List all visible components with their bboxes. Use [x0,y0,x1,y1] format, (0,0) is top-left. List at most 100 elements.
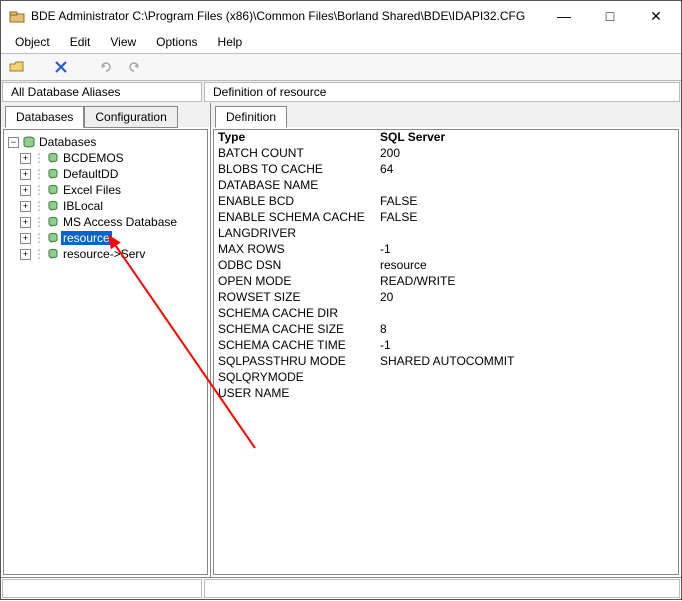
titlebar[interactable]: BDE Administrator C:\Program Files (x86)… [1,1,681,31]
prop-val[interactable]: -1 [376,242,678,258]
prop-row[interactable]: ROWSET SIZE20 [214,290,678,306]
prop-val[interactable] [376,306,678,322]
prop-row[interactable]: SCHEMA CACHE SIZE8 [214,322,678,338]
minimize-button[interactable]: — [541,2,587,30]
tab-databases[interactable]: Databases [5,106,84,128]
prop-val[interactable] [376,370,678,386]
db-alias-icon [45,151,61,165]
tree-item-label: DefaultDD [61,167,120,181]
menu-view[interactable]: View [102,33,144,51]
tree-item[interactable]: +⋮⋮ MS Access Database [8,214,207,230]
tree-item[interactable]: +⋮⋮ IBLocal [8,198,207,214]
prop-row[interactable]: BLOBS TO CACHE64 [214,162,678,178]
prop-row[interactable]: DATABASE NAME [214,178,678,194]
prop-val[interactable] [376,226,678,242]
infobar-right: Definition of resource [204,82,680,102]
tree-item-label: resource->Serv [61,247,147,261]
prop-key: USER NAME [214,386,376,402]
prop-key: MAX ROWS [214,242,376,258]
delete-icon[interactable] [49,56,73,78]
prop-header: Type SQL Server [214,130,678,146]
prop-key: SCHEMA CACHE TIME [214,338,376,354]
tree-root[interactable]: − Databases [8,134,207,150]
tree-item[interactable]: +⋮⋮Excel Files [8,182,207,198]
tree-item[interactable]: +⋮⋮resource->Serv [8,246,207,262]
prop-val[interactable]: 20 [376,290,678,306]
right-panel: Definition Type SQL Server BATCH COUNT20… [211,103,681,577]
menu-object[interactable]: Object [7,33,58,51]
alias-tree[interactable]: − Databases +⋮⋮BCDEMOS+⋮⋮DefaultDD+⋮⋮Exc… [3,129,208,575]
prop-row[interactable]: ODBC DSNresource [214,258,678,274]
tree-item[interactable]: +⋮⋮BCDEMOS [8,150,207,166]
prop-val[interactable]: -1 [376,338,678,354]
tree-item-label: IBLocal [61,199,105,213]
tree-item[interactable]: +⋮⋮ resource [8,230,207,246]
prop-row[interactable]: LANGDRIVER [214,226,678,242]
open-icon[interactable] [5,56,29,78]
prop-row[interactable]: BATCH COUNT200 [214,146,678,162]
undo-icon[interactable] [93,56,117,78]
prop-val[interactable] [376,178,678,194]
databases-icon [21,135,37,149]
prop-row[interactable]: SCHEMA CACHE TIME-1 [214,338,678,354]
property-grid[interactable]: Type SQL Server BATCH COUNT200BLOBS TO C… [213,129,679,575]
prop-key: ODBC DSN [214,258,376,274]
prop-val[interactable]: 64 [376,162,678,178]
tree-item-label: MS Access Database [61,215,179,229]
prop-key: SCHEMA CACHE DIR [214,306,376,322]
infobar: All Database Aliases Definition of resou… [1,81,681,103]
drag-dots-icon: ⋮⋮ [33,215,45,229]
maximize-button[interactable]: □ [587,2,633,30]
menu-options[interactable]: Options [148,33,205,51]
prop-val[interactable]: SHARED AUTOCOMMIT [376,354,678,370]
prop-val[interactable]: resource [376,258,678,274]
drag-dots-icon: ⋮⋮ [33,167,45,181]
prop-row[interactable]: ENABLE BCDFALSE [214,194,678,210]
prop-row[interactable]: USER NAME [214,386,678,402]
collapse-icon[interactable]: − [8,137,19,148]
expand-icon[interactable]: + [20,249,31,260]
prop-val[interactable]: READ/WRITE [376,274,678,290]
db-alias-icon [45,199,61,213]
tree-item-label: BCDEMOS [61,151,126,165]
menu-help[interactable]: Help [210,33,251,51]
prop-row[interactable]: SQLPASSTHRU MODESHARED AUTOCOMMIT [214,354,678,370]
expand-icon[interactable]: + [20,233,31,244]
tree-item-label: resource [61,231,112,245]
expand-icon[interactable]: + [20,217,31,228]
prop-row[interactable]: SCHEMA CACHE DIR [214,306,678,322]
prop-val[interactable]: 200 [376,146,678,162]
statusbar [1,577,681,599]
drag-dots-icon: ⋮⋮ [33,231,45,245]
redo-icon[interactable] [123,56,147,78]
expand-icon[interactable]: + [20,169,31,180]
prop-row[interactable]: ENABLE SCHEMA CACHEFALSE [214,210,678,226]
prop-key: SQLQRYMODE [214,370,376,386]
tree-item-label: Excel Files [61,183,123,197]
tree-item[interactable]: +⋮⋮ DefaultDD [8,166,207,182]
close-button[interactable]: ✕ [633,2,679,30]
menu-edit[interactable]: Edit [62,33,99,51]
prop-key: DATABASE NAME [214,178,376,194]
prop-val[interactable]: 8 [376,322,678,338]
drag-dots-icon: ⋮⋮ [33,199,45,213]
prop-val[interactable]: FALSE [376,194,678,210]
window-title: BDE Administrator C:\Program Files (x86)… [31,9,541,23]
toolbar [1,53,681,81]
expand-icon[interactable]: + [20,201,31,212]
expand-icon[interactable]: + [20,153,31,164]
prop-key: OPEN MODE [214,274,376,290]
expand-icon[interactable]: + [20,185,31,196]
tree-root-label: Databases [37,135,98,149]
prop-row[interactable]: OPEN MODEREAD/WRITE [214,274,678,290]
app-icon [9,8,25,24]
prop-row[interactable]: SQLQRYMODE [214,370,678,386]
db-alias-icon [45,167,61,181]
tab-definition[interactable]: Definition [215,106,287,128]
prop-val[interactable] [376,386,678,402]
status-left [2,579,202,598]
left-panel: Databases Configuration − Databases +⋮⋮B… [1,103,211,577]
prop-val[interactable]: FALSE [376,210,678,226]
prop-row[interactable]: MAX ROWS-1 [214,242,678,258]
tab-configuration[interactable]: Configuration [84,106,177,128]
